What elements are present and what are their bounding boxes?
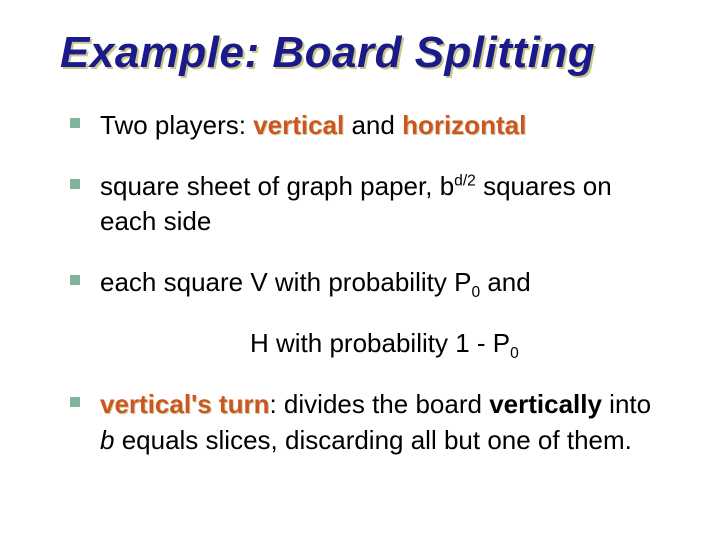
superscript: d/2	[454, 172, 476, 189]
text: and	[344, 110, 402, 140]
keyword-verticals-turn: vertical's turn	[100, 389, 269, 419]
bullet-text-4: vertical's turn: divides the board verti…	[100, 387, 660, 457]
text: Two players:	[100, 110, 253, 140]
text: and	[480, 267, 531, 297]
keyword-horizontal: horizontal	[402, 110, 526, 140]
square-bullet-icon	[70, 275, 80, 285]
slide: Example: Board Splitting Two players: ve…	[0, 0, 720, 540]
text: : divides the board	[269, 389, 489, 419]
text: H with probability 1 - P	[250, 328, 510, 358]
bullet-text-1: Two players: vertical and horizontal	[100, 108, 660, 143]
keyword-vertically: vertically	[489, 389, 602, 419]
text: into	[602, 389, 651, 419]
subscript: 0	[471, 284, 480, 301]
bullet-text-3-line2: H with probability 1 - P0	[250, 326, 660, 361]
square-bullet-icon	[70, 179, 80, 189]
bullet-text-2: square sheet of graph paper, bd/2 square…	[100, 169, 660, 239]
text: each square V with probability P	[100, 267, 471, 297]
bullet-item-3: each square V with probability P0 and	[60, 265, 660, 300]
square-bullet-icon	[70, 118, 80, 128]
text: equals slices, discarding all but one of…	[114, 425, 631, 455]
variable-b: b	[100, 425, 114, 455]
bullet-item-1: Two players: vertical and horizontal	[60, 108, 660, 143]
keyword-vertical: vertical	[253, 110, 344, 140]
bullet-item-2: square sheet of graph paper, bd/2 square…	[60, 169, 660, 239]
bullet-item-4: vertical's turn: divides the board verti…	[60, 387, 660, 457]
bullet-text-3: each square V with probability P0 and	[100, 265, 660, 300]
text: square sheet of graph paper, b	[100, 171, 454, 201]
square-bullet-icon	[70, 397, 80, 407]
slide-title: Example: Board Splitting	[60, 28, 660, 78]
subscript: 0	[510, 346, 519, 363]
